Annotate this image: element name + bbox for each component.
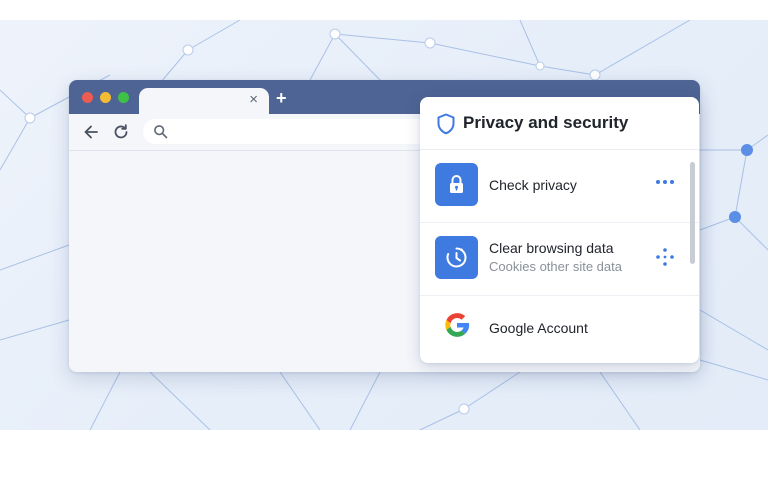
check-privacy-label: Check privacy xyxy=(489,177,577,193)
check-privacy-item[interactable]: Check privacy xyxy=(420,150,699,223)
google-account-item[interactable]: Google Account xyxy=(420,296,699,363)
close-window-button[interactable] xyxy=(82,92,93,103)
clear-browsing-data-sublabel: Cookies other site data xyxy=(489,259,622,274)
google-logo-icon xyxy=(445,313,470,337)
clear-browsing-data-tile xyxy=(435,236,478,279)
check-privacy-tile xyxy=(435,163,478,206)
privacy-security-panel: Privacy and security Check privacy Clear… xyxy=(420,97,699,363)
new-tab-button[interactable]: + xyxy=(276,89,287,107)
tab-close-icon[interactable]: × xyxy=(249,92,258,108)
clock-icon xyxy=(446,247,467,268)
address-bar[interactable] xyxy=(143,119,443,144)
minimize-window-button[interactable] xyxy=(100,92,111,103)
panel-header: Privacy and security xyxy=(420,97,699,150)
search-icon xyxy=(154,125,168,139)
back-arrow-icon[interactable] xyxy=(82,123,100,141)
google-account-label: Google Account xyxy=(489,320,588,336)
more-options-icon[interactable] xyxy=(655,179,675,185)
shield-icon xyxy=(437,113,455,135)
panel-title: Privacy and security xyxy=(463,113,629,132)
panel-scrollbar[interactable] xyxy=(690,162,695,264)
reload-icon[interactable] xyxy=(112,123,130,141)
drag-handle-icon[interactable] xyxy=(655,247,675,267)
maximize-window-button[interactable] xyxy=(118,92,129,103)
clear-browsing-data-label: Clear browsing data xyxy=(489,240,614,256)
lock-icon xyxy=(450,175,463,193)
clear-browsing-data-item[interactable]: Clear browsing data Cookies other site d… xyxy=(420,223,699,296)
